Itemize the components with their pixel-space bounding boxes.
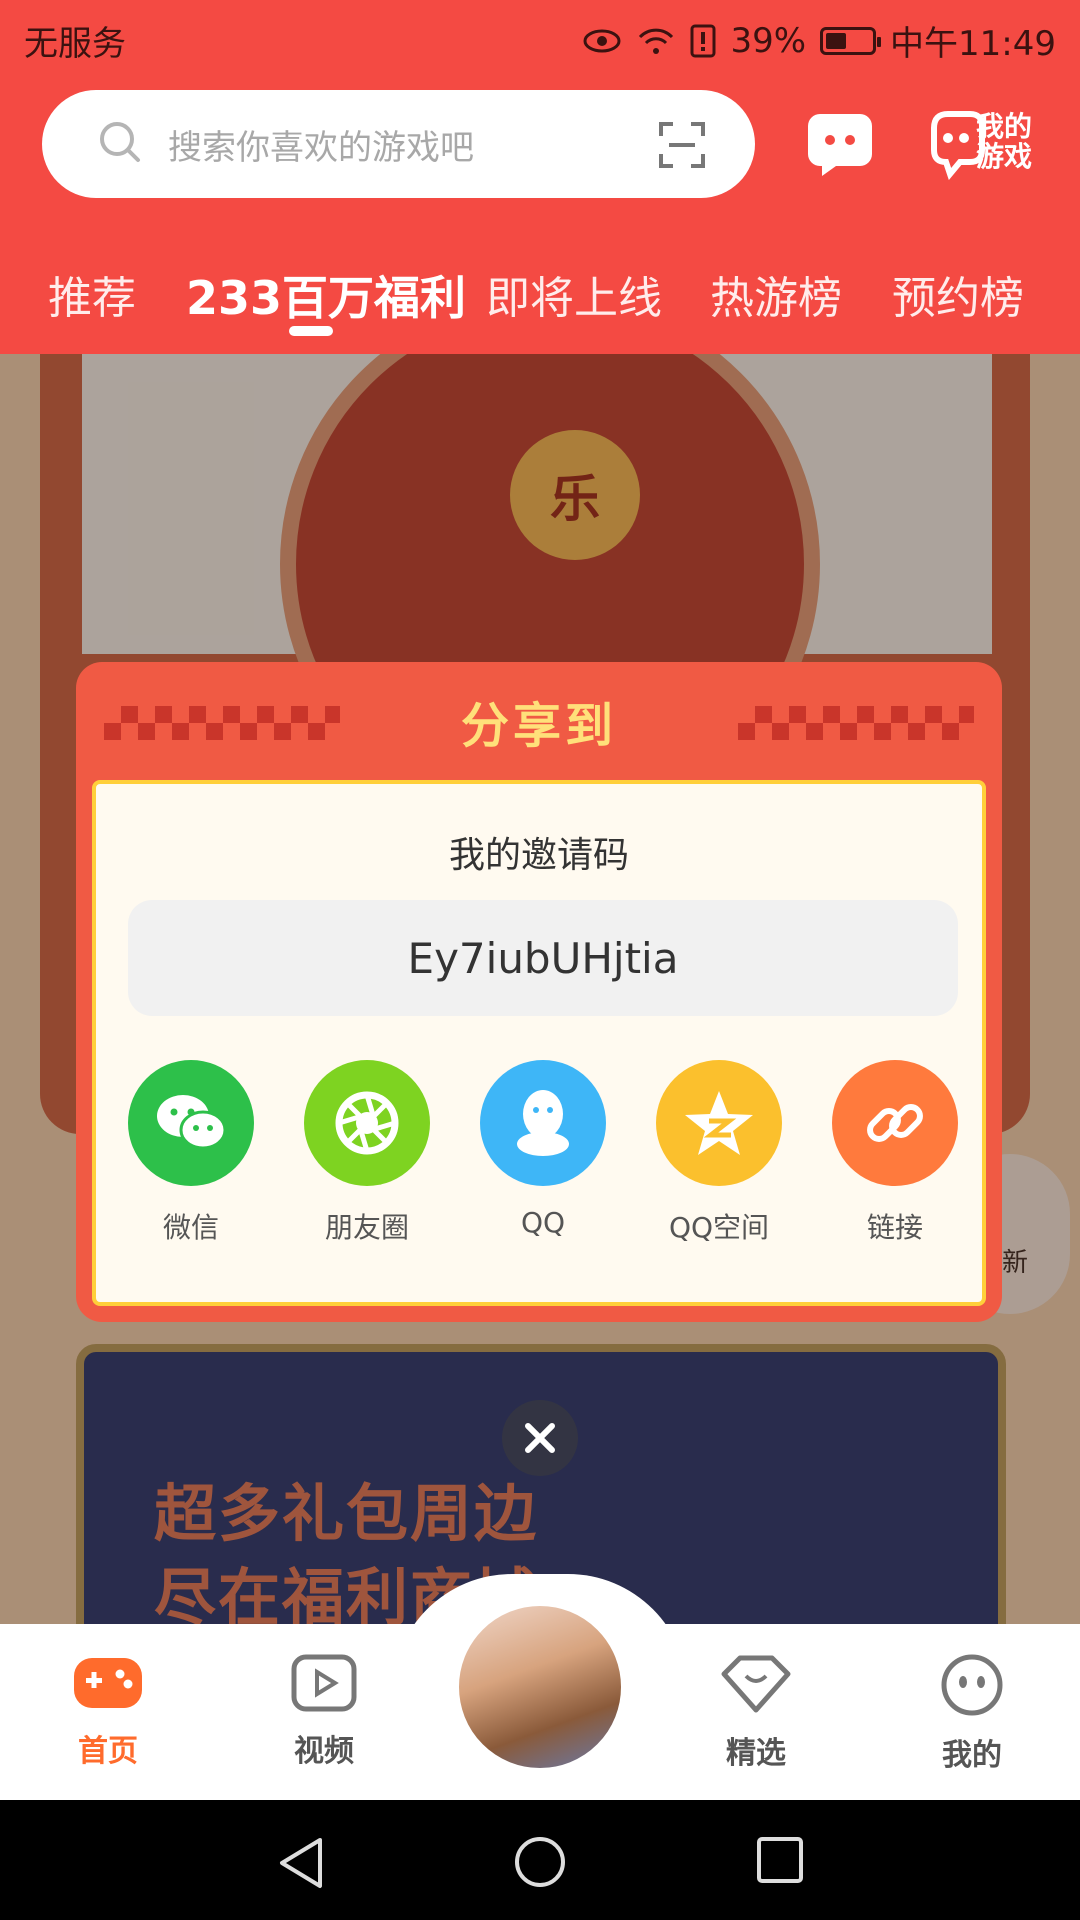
tab-recommend[interactable]: 推荐 bbox=[48, 262, 136, 326]
share-link-label: 链接 bbox=[866, 1211, 923, 1244]
share-link-button[interactable]: 链接 bbox=[832, 1060, 958, 1246]
category-tabs: 推荐 233百万福利 即将上线 热游榜 预约榜 bbox=[0, 254, 1080, 334]
nav-home[interactable]: 首页 bbox=[48, 1654, 168, 1770]
profile-face-icon bbox=[941, 1654, 1003, 1716]
status-bar: 无服务 39% 中午11:49 bbox=[0, 0, 1080, 76]
header: 无服务 39% 中午11:49 搜索你喜欢的游戏吧 我的游戏 推荐 233百万福… bbox=[0, 0, 1080, 354]
tab-hot[interactable]: 热游榜 bbox=[710, 262, 842, 326]
share-wechat-button[interactable]: 微信 bbox=[128, 1060, 254, 1246]
status-icons: 39% 中午11:49 bbox=[582, 16, 1056, 65]
recents-icon[interactable] bbox=[756, 1836, 804, 1884]
back-icon[interactable] bbox=[276, 1836, 326, 1890]
tab-welfare[interactable]: 233百万福利 bbox=[186, 262, 466, 328]
close-icon bbox=[525, 1423, 555, 1453]
nav-video-label: 视频 bbox=[294, 1734, 354, 1769]
moments-icon bbox=[304, 1060, 430, 1186]
video-icon bbox=[291, 1654, 357, 1712]
carrier-text: 无服务 bbox=[24, 24, 126, 64]
dialog-title: 分享到 bbox=[460, 698, 617, 754]
search-placeholder: 搜索你喜欢的游戏吧 bbox=[168, 128, 474, 168]
wifi-icon bbox=[639, 28, 674, 54]
nav-home-label: 首页 bbox=[78, 1734, 138, 1769]
nav-profile[interactable]: 我的 bbox=[912, 1654, 1032, 1774]
close-dialog-button[interactable] bbox=[502, 1400, 578, 1476]
bottom-nav: 首页 视频 精选 我的 bbox=[0, 1574, 1080, 1800]
home-circle-icon[interactable] bbox=[514, 1836, 566, 1888]
share-qzone-button[interactable]: QQ空间 bbox=[656, 1060, 782, 1246]
invite-code-label: 我的邀请码 bbox=[448, 835, 629, 876]
share-moments-label: 朋友圈 bbox=[324, 1211, 409, 1244]
share-panel: 我的邀请码 Ey7iubUHjtia 微信 朋友圈 QQ QQ空间 链接 bbox=[92, 780, 986, 1306]
tab-upcoming[interactable]: 即将上线 bbox=[486, 262, 662, 326]
home-gamepad-icon bbox=[74, 1658, 142, 1708]
active-tab-indicator bbox=[289, 326, 333, 336]
scan-icon[interactable] bbox=[657, 120, 707, 170]
link-icon bbox=[832, 1060, 958, 1186]
wechat-icon bbox=[128, 1060, 254, 1186]
clock-text: 中午11:49 bbox=[890, 24, 1056, 64]
search-icon bbox=[100, 122, 140, 162]
share-moments-button[interactable]: 朋友圈 bbox=[304, 1060, 430, 1246]
message-icon[interactable] bbox=[806, 110, 874, 178]
qq-icon bbox=[480, 1060, 606, 1186]
nav-video[interactable]: 视频 bbox=[264, 1654, 384, 1770]
battery-percent: 39% bbox=[730, 20, 807, 61]
heart-icon bbox=[721, 1655, 791, 1713]
share-qq-button[interactable]: QQ bbox=[480, 1060, 606, 1239]
share-dialog: 分享到 我的邀请码 Ey7iubUHjtia 微信 朋友圈 QQ QQ空间 链接 bbox=[76, 662, 1002, 1322]
tab-reserve[interactable]: 预约榜 bbox=[892, 262, 1024, 326]
avatar[interactable] bbox=[455, 1602, 625, 1772]
my-games-label[interactable]: 我的游戏 bbox=[976, 112, 1036, 172]
battery-icon bbox=[820, 26, 882, 55]
qzone-icon bbox=[656, 1060, 782, 1186]
eye-icon bbox=[583, 29, 621, 52]
nav-featured[interactable]: 精选 bbox=[696, 1654, 816, 1772]
share-wechat-label: 微信 bbox=[162, 1211, 219, 1244]
system-nav-bar bbox=[0, 1800, 1080, 1920]
share-qq-label: QQ bbox=[520, 1206, 566, 1239]
invite-code-field[interactable]: Ey7iubUHjtia bbox=[128, 900, 958, 1016]
nav-profile-label: 我的 bbox=[942, 1738, 1002, 1773]
alert-icon bbox=[690, 24, 716, 57]
search-input[interactable]: 搜索你喜欢的游戏吧 bbox=[42, 90, 755, 198]
share-options: 微信 朋友圈 QQ QQ空间 链接 bbox=[128, 1060, 958, 1250]
share-qzone-label: QQ空间 bbox=[668, 1211, 770, 1244]
nav-featured-label: 精选 bbox=[726, 1736, 786, 1771]
